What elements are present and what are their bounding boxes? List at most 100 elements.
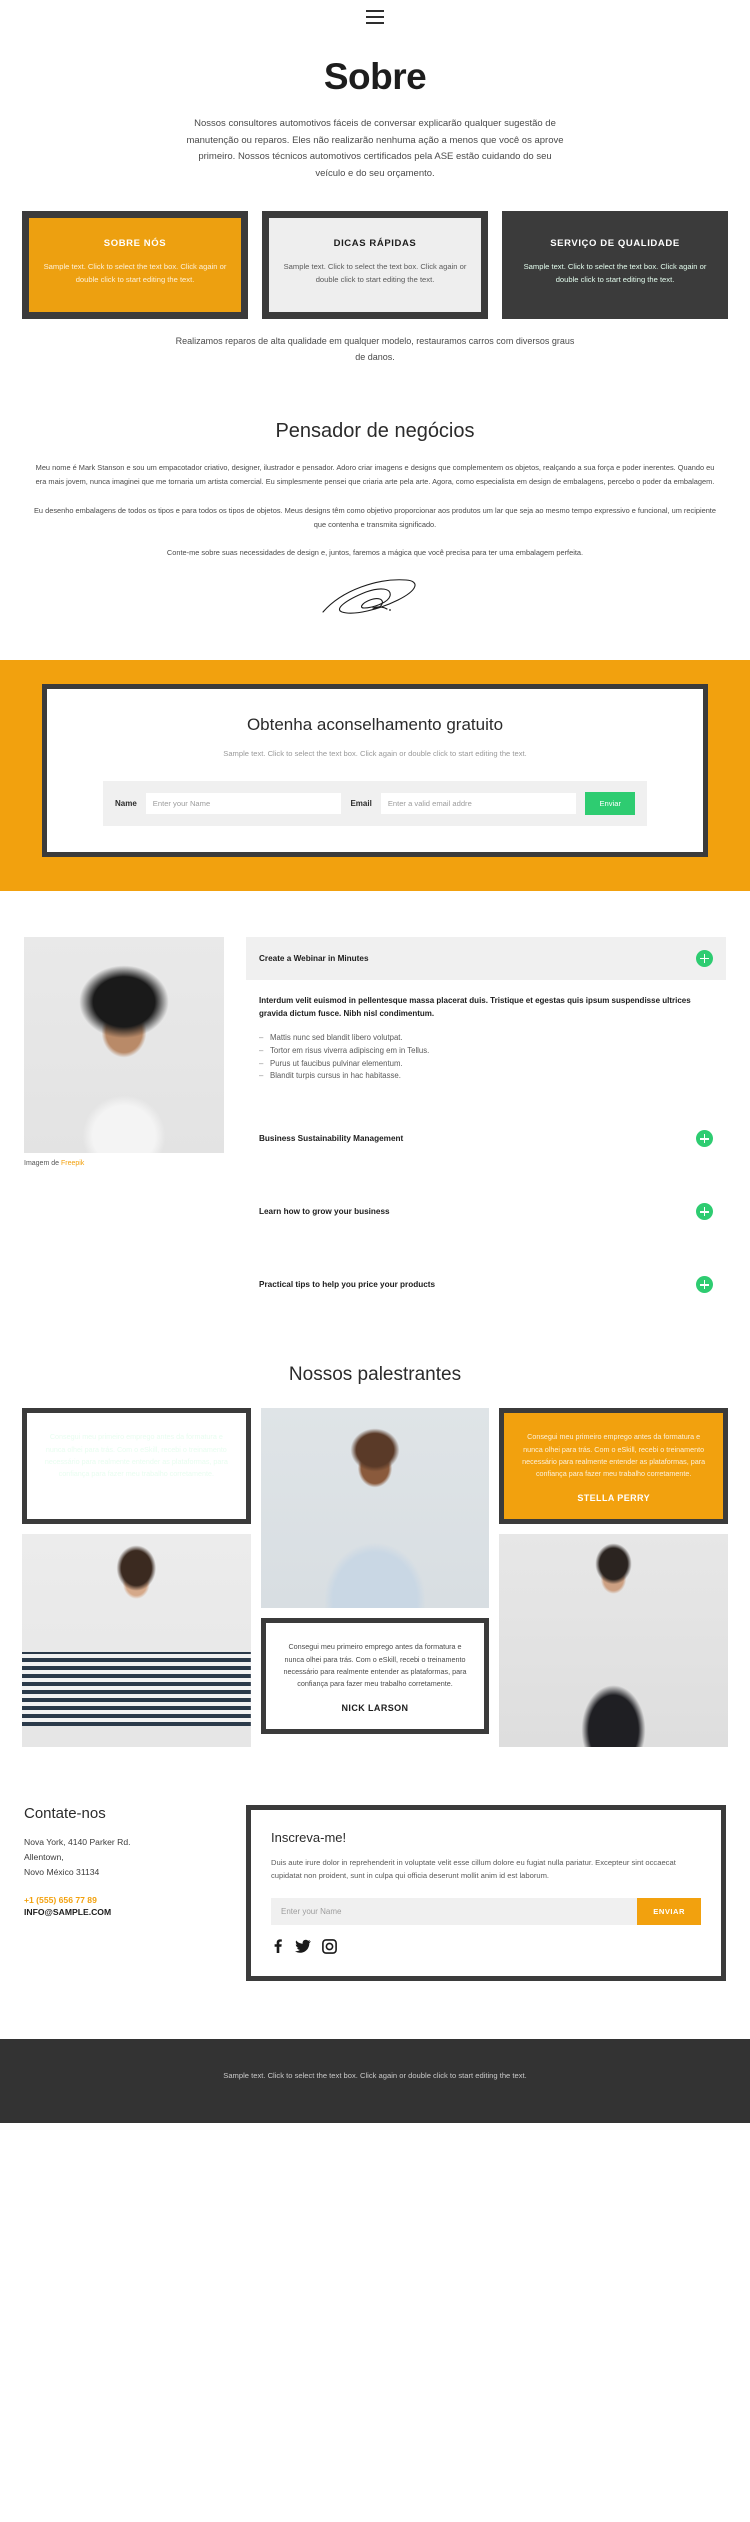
speaker-photo-woman-1 xyxy=(22,1533,251,1747)
signature-icon xyxy=(322,579,416,614)
accordion-title: Business Sustainability Management xyxy=(259,1134,404,1144)
feature-card-sobre-nos[interactable]: SOBRE NÓS Sample text. Click to select t… xyxy=(22,210,248,320)
hero-section: Sobre Nossos consultores automotivos fác… xyxy=(0,34,750,183)
contact-title: Contate-nos xyxy=(24,1804,106,1822)
contact-phone[interactable]: +1 (555) 656 77 89 xyxy=(24,1895,224,1905)
card-title: DICAS RÁPIDAS xyxy=(333,237,417,249)
facebook-icon[interactable] xyxy=(271,1939,284,1954)
speaker-photo-woman-2 xyxy=(499,1533,728,1747)
burger-bar xyxy=(366,10,384,12)
twitter-icon[interactable] xyxy=(295,1939,311,1954)
subscribe-form: ENVIAR xyxy=(271,1897,701,1925)
speakers-section: Nossos palestrantes Consegui meu primeir… xyxy=(0,1306,750,1747)
card-title: SERVIÇO DE QUALIDADE xyxy=(550,237,680,249)
advice-subtitle: Sample text. Click to select the text bo… xyxy=(223,748,527,758)
contact-info: Contate-nos Nova York, 4140 Parker Rd. A… xyxy=(24,1805,224,1917)
card-title: SOBRE NÓS xyxy=(103,237,167,249)
speaker-name: NICK LARSON xyxy=(341,1702,409,1713)
contact-section: Contate-nos Nova York, 4140 Parker Rd. A… xyxy=(0,1747,750,1981)
accordion-item-price-your-products[interactable]: Practical tips to help you price your pr… xyxy=(246,1263,726,1306)
photo-credit-link[interactable]: Freepik xyxy=(61,1160,84,1167)
address-line-1: Nova York, 4140 Parker Rd. xyxy=(24,1836,131,1847)
instagram-icon[interactable] xyxy=(322,1939,337,1954)
speaker-card-nina-hudson[interactable]: Consegui meu primeiro emprego antes da f… xyxy=(22,1408,251,1524)
advice-name-input[interactable] xyxy=(145,792,342,814)
advice-frame: Obtenha aconselhamento gratuito Sample t… xyxy=(42,683,708,857)
page-title: Sobre xyxy=(323,56,427,97)
webinar-image-column: Imagem de Freepik xyxy=(24,936,224,1167)
accordion-body: Interdum velit euismod in pellentesque m… xyxy=(246,980,726,1088)
thinking-woman-photo xyxy=(24,936,224,1153)
speaker-quote: Consegui meu primeiro emprego antes da f… xyxy=(522,1432,706,1479)
speaker-name: NINA HUDSON xyxy=(102,1492,171,1503)
advice-section: Obtenha aconselhamento gratuito Sample t… xyxy=(0,659,750,891)
subscribe-frame: Inscreva-me! Duis aute irure dolor in re… xyxy=(246,1804,726,1981)
hamburger-menu-icon[interactable] xyxy=(366,10,384,24)
photo-credit: Imagem de Freepik xyxy=(24,1153,224,1167)
speakers-column-1: Consegui meu primeiro emprego antes da f… xyxy=(22,1408,251,1747)
advice-form: Name Email Enviar xyxy=(103,780,647,826)
accordion: Create a Webinar in Minutes Interdum vel… xyxy=(246,936,726,1307)
thinker-section: Pensador de negócios Meu nome é Mark Sta… xyxy=(0,365,750,621)
accordion-title: Practical tips to help you price your pr… xyxy=(259,1280,436,1290)
speaker-card-nick-larson[interactable]: Consegui meu primeiro emprego antes da f… xyxy=(260,1618,490,1734)
cards-note: Realizamos reparos de alta qualidade em … xyxy=(175,336,575,363)
speaker-quote: Consegui meu primeiro emprego antes da f… xyxy=(283,1642,467,1689)
webinar-section: Imagem de Freepik Create a Webinar in Mi… xyxy=(0,891,750,1307)
speakers-column-3: Consegui meu primeiro emprego antes da f… xyxy=(499,1408,728,1747)
card-text: Sample text. Click to select the text bo… xyxy=(523,261,707,284)
advice-title: Obtenha aconselhamento gratuito xyxy=(246,714,504,734)
list-item: Blandit turpis cursus in hac habitasse. xyxy=(259,1070,713,1083)
accordion-item-business-sustainability[interactable]: Business Sustainability Management xyxy=(246,1117,726,1160)
advice-name-label: Name xyxy=(115,798,137,808)
advice-email-input[interactable] xyxy=(380,792,577,814)
list-item: Tortor em risus viverra adipiscing em in… xyxy=(259,1045,713,1058)
accordion-title: Learn how to grow your business xyxy=(259,1207,390,1217)
contact-address: Nova York, 4140 Parker Rd. Allentown, No… xyxy=(24,1835,224,1881)
thinker-paragraph-3: Conte-me sobre suas necessidades de desi… xyxy=(166,548,584,558)
accordion-title: Create a Webinar in Minutes xyxy=(259,953,369,963)
card-text: Sample text. Click to select the text bo… xyxy=(43,261,227,284)
hero-paragraph: Nossos consultores automotivos fáceis de… xyxy=(186,118,564,179)
speaker-card-stella-perry[interactable]: Consegui meu primeiro emprego antes da f… xyxy=(499,1408,728,1524)
subscribe-submit-button[interactable]: ENVIAR xyxy=(637,1897,701,1925)
social-links xyxy=(271,1939,701,1954)
burger-bar xyxy=(366,22,384,24)
subscribe-text: Duis aute irure dolor in reprehenderit i… xyxy=(271,1857,676,1880)
accordion-lead-text: Interdum velit euismod in pellentesque m… xyxy=(259,995,691,1018)
feature-cards: SOBRE NÓS Sample text. Click to select t… xyxy=(0,183,750,320)
burger-bar xyxy=(366,16,384,18)
contact-email[interactable]: INFO@SAMPLE.COM xyxy=(24,1907,224,1917)
subscribe-panel: Inscreva-me! Duis aute irure dolor in re… xyxy=(246,1804,726,1981)
site-footer: Sample text. Click to select the text bo… xyxy=(0,2038,750,2123)
list-item: Purus ut faucibus pulvinar elementum. xyxy=(259,1058,713,1071)
site-header xyxy=(0,0,750,34)
speaker-name: STELLA PERRY xyxy=(577,1492,650,1503)
accordion-bullet-list: Mattis nunc sed blandit libero volutpat.… xyxy=(259,1032,713,1083)
plus-icon[interactable] xyxy=(696,949,713,967)
plus-icon[interactable] xyxy=(696,1130,713,1148)
advice-submit-button[interactable]: Enviar xyxy=(585,791,636,815)
subscribe-title: Inscreva-me! xyxy=(271,1829,347,1845)
plus-icon[interactable] xyxy=(696,1203,713,1221)
footer-text: Sample text. Click to select the text bo… xyxy=(223,2070,527,2080)
feature-card-servico-de-qualidade[interactable]: SERVIÇO DE QUALIDADE Sample text. Click … xyxy=(502,210,728,320)
advice-email-label: Email xyxy=(350,798,372,808)
speakers-column-2: Consegui meu primeiro emprego antes da f… xyxy=(260,1408,490,1747)
accordion-item-grow-your-business[interactable]: Learn how to grow your business xyxy=(246,1190,726,1233)
speaker-photo-man xyxy=(260,1408,490,1609)
address-line-3: Novo México 31134 xyxy=(24,1867,100,1878)
plus-icon[interactable] xyxy=(696,1276,713,1294)
feature-card-dicas-rapidas[interactable]: DICAS RÁPIDAS Sample text. Click to sele… xyxy=(262,210,488,320)
subscribe-name-input[interactable] xyxy=(271,1897,638,1925)
accordion-item-create-a-webinar[interactable]: Create a Webinar in Minutes xyxy=(246,936,726,980)
thinker-title: Pensador de negócios xyxy=(275,420,475,443)
thinker-paragraph-2: Eu desenho embalagens de todos os tipos … xyxy=(34,505,716,529)
card-text: Sample text. Click to select the text bo… xyxy=(283,261,467,284)
list-item: Mattis nunc sed blandit libero volutpat. xyxy=(259,1032,713,1045)
photo-credit-prefix: Imagem de xyxy=(24,1159,61,1167)
thinker-paragraph-1: Meu nome é Mark Stanson e sou um empacot… xyxy=(35,463,715,487)
